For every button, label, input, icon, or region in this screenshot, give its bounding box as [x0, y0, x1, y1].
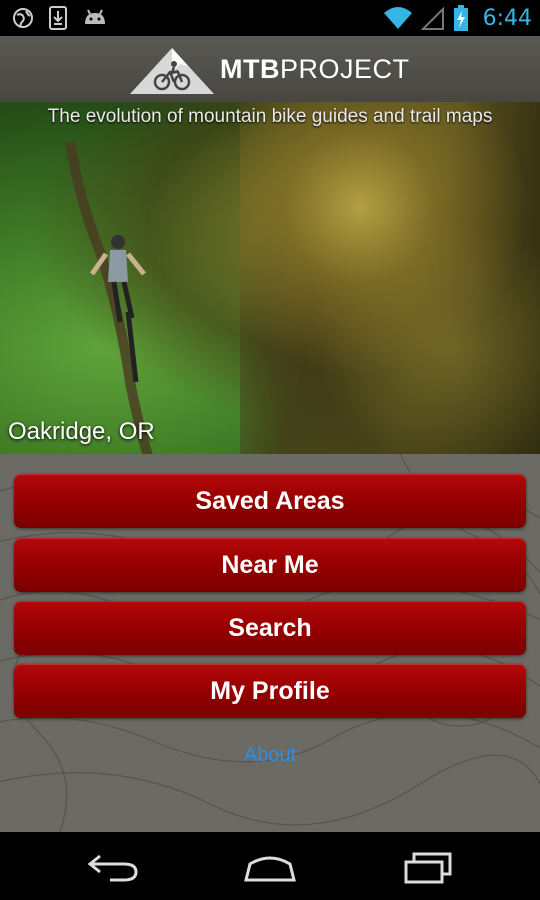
- notification-icons: [12, 6, 108, 30]
- logo-text: MTBPROJECT: [220, 54, 410, 84]
- wifi-icon: [383, 7, 412, 29]
- about-link[interactable]: About: [0, 744, 540, 767]
- status-time: 6:44: [482, 5, 532, 31]
- battery-charging-icon: [453, 5, 468, 31]
- back-icon[interactable]: [84, 850, 144, 884]
- near-me-button[interactable]: Near Me: [14, 538, 526, 592]
- navigation-bar: [0, 832, 540, 900]
- search-button[interactable]: Search: [14, 601, 526, 655]
- app-header: MTBPROJECT: [0, 36, 540, 102]
- trail-rider-illustration: [65, 142, 153, 454]
- saved-areas-button[interactable]: Saved Areas: [14, 474, 526, 528]
- system-icons: 6:44: [383, 4, 532, 32]
- android-notification-icon: [85, 9, 105, 24]
- hero-rock-wall: [240, 102, 540, 454]
- download-notification-icon: [49, 6, 67, 30]
- my-profile-button[interactable]: My Profile: [14, 664, 526, 718]
- status-bar: 6:44: [0, 0, 540, 36]
- hero-image: The evolution of mountain bike guides an…: [0, 102, 540, 454]
- recent-apps-icon[interactable]: [398, 850, 458, 884]
- hero-location-caption: Oakridge, OR: [8, 418, 155, 445]
- mountain-biker-logo-icon: [130, 48, 214, 94]
- mtb-project-logo: MTBPROJECT: [128, 42, 418, 98]
- home-icon[interactable]: [240, 850, 300, 884]
- signal-icon: [420, 6, 444, 30]
- main-menu: Saved Areas Near Me Search My Profile Ab…: [0, 454, 540, 832]
- hero-tagline: The evolution of mountain bike guides an…: [47, 106, 493, 127]
- globe-notification-icon: [13, 8, 33, 28]
